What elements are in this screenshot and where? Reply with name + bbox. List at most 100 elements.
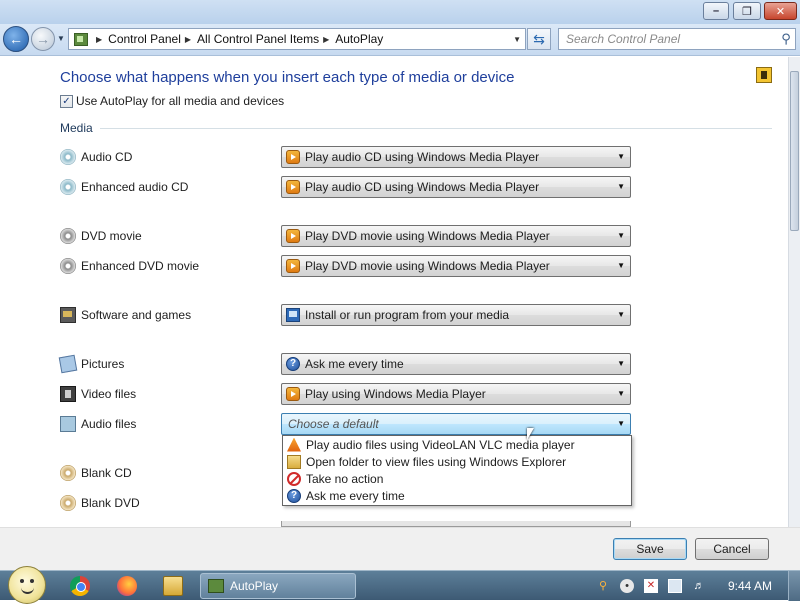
enhanced-dvd-movie-icon [60, 258, 76, 274]
windows-media-player-icon [286, 387, 300, 401]
tray-search-icon[interactable]: ⚲ [596, 579, 610, 593]
show-desktop-button[interactable] [788, 571, 800, 601]
audio-cd-icon [60, 149, 76, 165]
vertical-scrollbar[interactable] [788, 57, 800, 527]
pictures-icon [58, 354, 78, 374]
option-label: Ask me every time [306, 488, 405, 503]
vlc-icon [287, 437, 301, 452]
chevron-right-icon[interactable]: ▶ [185, 35, 191, 44]
option-ask[interactable]: ? Ask me every time [283, 487, 631, 504]
audio-cd-selected: Play audio CD using Windows Media Player [305, 150, 540, 164]
action-center-flag-icon[interactable]: ✕ [644, 579, 658, 593]
taskbar: AutoPlay ⚲ • ✕ ♬ 9:44 AM [0, 566, 800, 604]
maximize-button[interactable]: ❐ [733, 2, 761, 20]
chevron-down-icon[interactable]: ▼ [617, 359, 625, 368]
enhanced-audio-cd-icon [60, 179, 76, 195]
search-input[interactable]: Search Control Panel [559, 32, 777, 46]
taskbar-item-autoplay[interactable]: AutoPlay [200, 573, 356, 599]
control-panel-icon [74, 32, 88, 46]
control-panel-icon [208, 579, 224, 593]
chevron-right-icon[interactable]: ▶ [323, 35, 329, 44]
breadcrumb-control-panel[interactable]: Control Panel [108, 32, 181, 46]
media-row-pictures: Pictures [58, 354, 124, 374]
address-bar[interactable]: ▶ Control Panel ▶ All Control Panel Item… [68, 28, 526, 50]
option-no-action[interactable]: Take no action [283, 470, 631, 487]
start-button[interactable] [8, 566, 46, 604]
chevron-down-icon[interactable]: ▼ [617, 419, 625, 428]
video-files-selected: Play using Windows Media Player [305, 387, 486, 401]
volume-icon[interactable]: ♬ [692, 579, 706, 593]
option-vlc[interactable]: Play audio files using VideoLAN VLC medi… [283, 436, 631, 453]
audio-files-icon [60, 416, 76, 432]
network-icon[interactable] [668, 579, 682, 593]
option-open-folder[interactable]: Open folder to view files using Windows … [283, 453, 631, 470]
windows-media-player-icon [286, 259, 300, 273]
chevron-down-icon[interactable]: ▼ [617, 310, 625, 319]
dvd-movie-selected: Play DVD movie using Windows Media Playe… [305, 229, 550, 243]
software-games-selected: Install or run program from your media [305, 308, 510, 322]
media-label-blank-dvd: Blank DVD [81, 496, 140, 510]
chevron-down-icon[interactable]: ▼ [617, 231, 625, 240]
chevron-down-icon[interactable]: ▼ [617, 182, 625, 191]
refresh-icon: ⇆ [533, 30, 545, 47]
title-bar: – ❐ ✕ [0, 0, 800, 24]
cancel-button[interactable]: Cancel [695, 538, 769, 560]
audio-cd-select[interactable]: Play audio CD using Windows Media Player… [281, 146, 631, 168]
dvd-movie-select[interactable]: Play DVD movie using Windows Media Playe… [281, 225, 631, 247]
media-label-software-games: Software and games [81, 308, 192, 322]
windows-media-player-icon [286, 229, 300, 243]
save-button[interactable]: Save [613, 538, 687, 560]
windows-media-player-icon [286, 150, 300, 164]
media-row-audio-files: Audio files [60, 416, 136, 432]
minimize-button[interactable]: – [703, 2, 729, 20]
software-games-select[interactable]: Install or run program from your media ▼ [281, 304, 631, 326]
media-row-dvd-movie: DVD movie [60, 228, 142, 244]
mouse-cursor [527, 428, 534, 440]
explorer-icon[interactable] [163, 576, 183, 596]
audio-files-placeholder: Choose a default [288, 417, 379, 431]
media-row-blank-dvd: Blank DVD [60, 495, 140, 511]
recent-pages-dropdown[interactable]: ▼ [57, 34, 65, 43]
audio-files-select[interactable]: Choose a default ▼ [281, 413, 631, 435]
tray-language-icon[interactable]: • [620, 579, 634, 593]
media-label-audio-files: Audio files [81, 417, 137, 431]
blank-cd-icon [60, 465, 76, 481]
search-icon[interactable]: ⚲ [777, 31, 795, 47]
close-button[interactable]: ✕ [764, 2, 797, 20]
software-games-icon [60, 307, 76, 323]
enhanced-dvd-movie-select[interactable]: Play DVD movie using Windows Media Playe… [281, 255, 631, 277]
video-files-select[interactable]: Play using Windows Media Player ▼ [281, 383, 631, 405]
chevron-down-icon[interactable]: ▼ [617, 261, 625, 270]
chevron-down-icon[interactable]: ▼ [617, 389, 625, 398]
use-autoplay-option[interactable]: ✓ Use AutoPlay for all media and devices [60, 94, 284, 108]
search-box[interactable]: Search Control Panel ⚲ [558, 28, 796, 50]
use-autoplay-checkbox[interactable]: ✓ [60, 94, 73, 108]
scrollbar-thumb[interactable] [790, 71, 799, 231]
pictures-select[interactable]: ? Ask me every time ▼ [281, 353, 631, 375]
breadcrumb-all-items[interactable]: All Control Panel Items [197, 32, 319, 46]
media-row-software-games: Software and games [60, 307, 191, 323]
chevron-right-icon[interactable]: ▶ [96, 35, 102, 44]
media-row-blank-cd: Blank CD [60, 465, 132, 481]
option-label: Take no action [306, 471, 384, 486]
dialog-button-bar: Save Cancel [0, 527, 800, 570]
blank-dvd-icon [60, 495, 76, 511]
dvd-movie-icon [60, 228, 76, 244]
forward-button[interactable]: → [31, 27, 55, 51]
enhanced-audio-cd-select[interactable]: Play audio CD using Windows Media Player… [281, 176, 631, 198]
help-icon[interactable] [756, 67, 772, 83]
breadcrumb-autoplay[interactable]: AutoPlay [335, 32, 383, 46]
audio-files-options-list: Play audio files using VideoLAN VLC medi… [282, 435, 632, 506]
chevron-down-icon[interactable]: ▼ [513, 35, 521, 44]
clock[interactable]: 9:44 AM [715, 579, 785, 593]
chevron-down-icon[interactable]: ▼ [617, 152, 625, 161]
refresh-button[interactable]: ⇆ [527, 28, 551, 50]
use-autoplay-label[interactable]: Use AutoPlay for all media and devices [76, 94, 284, 108]
media-section-label: Media [60, 121, 93, 135]
pictures-selected: Ask me every time [305, 357, 404, 371]
ask-icon: ? [286, 357, 300, 371]
firefox-icon[interactable] [117, 576, 137, 596]
navigation-bar: ← → ▼ ▶ Control Panel ▶ All Control Pane… [0, 24, 800, 56]
back-button[interactable]: ← [3, 26, 29, 52]
chrome-icon[interactable] [70, 576, 90, 596]
